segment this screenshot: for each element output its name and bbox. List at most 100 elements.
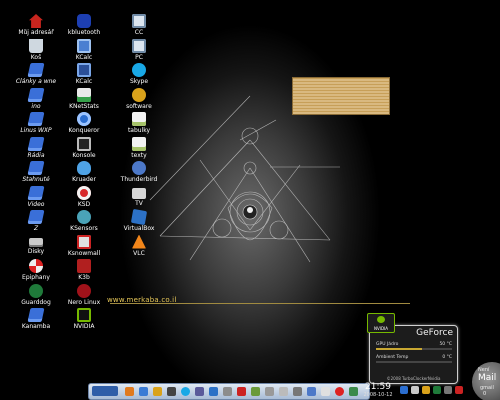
desktop-icon[interactable]: CC: [116, 14, 162, 36]
geforce-monitor-widget[interactable]: GeForce GPU Jádro 50 °C Ambient Temp 0 °…: [369, 325, 458, 384]
desktop-icon[interactable]: Guarddog: [13, 283, 59, 306]
chart-launcher-icon[interactable]: [251, 387, 260, 396]
desktop-icon[interactable]: Články a wne: [13, 63, 59, 85]
settings-launcher-icon[interactable]: [223, 387, 232, 396]
clock-date: 2008-10-12: [363, 392, 393, 398]
update-tray-icon[interactable]: [335, 387, 344, 396]
desktop-icon-label: Video: [27, 200, 45, 208]
desktop-icon-label: Z: [33, 225, 39, 232]
desktop-icon[interactable]: KCalc: [61, 38, 107, 61]
desktop-icon[interactable]: PC: [116, 38, 162, 61]
terminal-launcher-icon[interactable]: [167, 387, 176, 396]
terminal-icon: [77, 136, 91, 151]
geforce-footer: ©2008 TurboClockerNvidia: [386, 376, 441, 381]
snapshot-icon: [77, 234, 91, 249]
desktop-icon-label: Kanamba: [21, 323, 51, 330]
clock[interactable]: 21:59 2008-10-12: [356, 383, 400, 399]
volume-tray-icon[interactable]: [321, 387, 330, 396]
sensors-icon: [77, 210, 91, 224]
tray-icon-2[interactable]: [411, 386, 419, 394]
mail-count-text: 0: [483, 391, 487, 397]
desktop-icon-label: Můj adresář: [18, 29, 54, 36]
desktop[interactable]: Můj adresář Koš Články a wne ino Linus WXP Rá…: [0, 0, 500, 400]
kmenu-button[interactable]: [92, 386, 118, 396]
desktop-icon[interactable]: Konsole: [61, 136, 107, 159]
desktop-icon[interactable]: Ksnowmall: [61, 234, 107, 257]
desktop-icon[interactable]: Stahnuté: [13, 161, 59, 183]
desktop-icon[interactable]: KCalc: [61, 63, 107, 85]
nero-icon: [77, 283, 91, 298]
desktop-icon-label: kbluetooth: [67, 29, 101, 36]
window-list-icon[interactable]: [293, 387, 302, 396]
desktop-icon-label: Guarddog: [21, 298, 51, 306]
desktop-icon-label: VLC: [133, 249, 145, 257]
desktop-icon[interactable]: NVIDIA: [61, 308, 107, 330]
desktop-icon[interactable]: Disky: [13, 235, 59, 255]
desktop-icon-label: KNetStats: [69, 102, 99, 110]
desktop-icon[interactable]: K3b: [61, 259, 107, 281]
desktop-icon[interactable]: Video: [13, 185, 59, 208]
desktop-icon[interactable]: Epiphany: [13, 259, 59, 281]
desktop-icon[interactable]: KNetStats: [61, 87, 107, 110]
desktop-icon[interactable]: Thunderbird: [116, 161, 162, 183]
tray-icon-5[interactable]: [444, 386, 452, 394]
desktop-icon[interactable]: software: [116, 87, 162, 110]
konqueror-launcher-icon[interactable]: [139, 387, 148, 396]
tray-icon-1[interactable]: [400, 386, 408, 394]
sticky-note-widget[interactable]: [292, 77, 390, 115]
tray-icon-6[interactable]: [455, 386, 463, 394]
ambient-temp-label: Ambient Temp: [376, 355, 409, 360]
spreadsheet-icon: [132, 112, 146, 126]
desktop-icon[interactable]: KSD: [61, 185, 107, 208]
desktop-icon[interactable]: kbluetooth: [61, 14, 107, 36]
desktop-icon[interactable]: Konqueror: [61, 112, 107, 134]
network-tray-icon[interactable]: [307, 387, 316, 396]
desktop-icon[interactable]: TV: [116, 186, 162, 207]
desktop-pager-icon-2[interactable]: [279, 387, 288, 396]
document-icon: [132, 136, 146, 151]
desktop-icon[interactable]: texty: [116, 136, 162, 159]
virtualbox-icon: [130, 208, 148, 226]
ksd-icon: [77, 185, 91, 200]
tray-icon-4[interactable]: [433, 386, 441, 394]
desktop-icon-label: Články a wne: [15, 78, 57, 85]
bluetooth-icon: [77, 14, 91, 28]
thunderbird-icon: [132, 161, 146, 175]
desktop-icon[interactable]: Z: [13, 210, 59, 232]
media-launcher-icon[interactable]: [237, 387, 246, 396]
mail-check-widget[interactable]: Není Mail gmail 0: [472, 362, 500, 400]
desktop-icon-label: Rádia: [27, 151, 45, 159]
folder-launcher-icon[interactable]: [153, 387, 162, 396]
desktop-icon-label: Konqueror: [68, 127, 100, 134]
desktop-icon[interactable]: Kanamba: [13, 308, 59, 330]
desktop-icon[interactable]: Koš: [13, 38, 59, 61]
home-icon: [29, 14, 43, 28]
desktop-icon-label: Skype: [129, 78, 149, 85]
desktop-icon[interactable]: Nero Linux: [61, 283, 107, 306]
virtualbox-launcher-icon[interactable]: [209, 387, 218, 396]
desktop-icon[interactable]: VirtualBox: [116, 208, 162, 232]
desktop-icon[interactable]: Rádia: [13, 136, 59, 159]
desktop-icon-label: KCalc: [75, 53, 93, 61]
desktop-icon[interactable]: tabulky: [116, 112, 162, 134]
desktop-icon-label: NVIDIA: [73, 323, 95, 330]
desktop-icon[interactable]: VLC: [116, 234, 162, 257]
url-underline: [110, 303, 410, 304]
desktop-icon[interactable]: Můj adresář: [13, 14, 59, 36]
desktop-icon[interactable]: Skype: [116, 63, 162, 85]
computer-icon: [132, 14, 146, 28]
desktop-icon[interactable]: KSensors: [61, 210, 107, 232]
desktop-icon-label: VirtualBox: [123, 225, 155, 232]
folder-icon: [27, 136, 45, 151]
desktop-icon[interactable]: Kruader: [61, 161, 107, 183]
desktop-icon-label: Kruader: [72, 176, 96, 183]
desktop-icon[interactable]: ino: [13, 87, 59, 110]
desktop-pager-icon[interactable]: [265, 387, 274, 396]
mail-launcher-icon[interactable]: [195, 387, 204, 396]
desktop-icon-label: KCalc: [75, 78, 93, 85]
skype-launcher-icon[interactable]: [181, 387, 190, 396]
desktop-icon[interactable]: Linus WXP: [13, 112, 59, 134]
firefox-icon[interactable]: [125, 387, 134, 396]
tray-icon-3[interactable]: [422, 386, 430, 394]
desktop-icon-label: Disky: [27, 247, 45, 255]
